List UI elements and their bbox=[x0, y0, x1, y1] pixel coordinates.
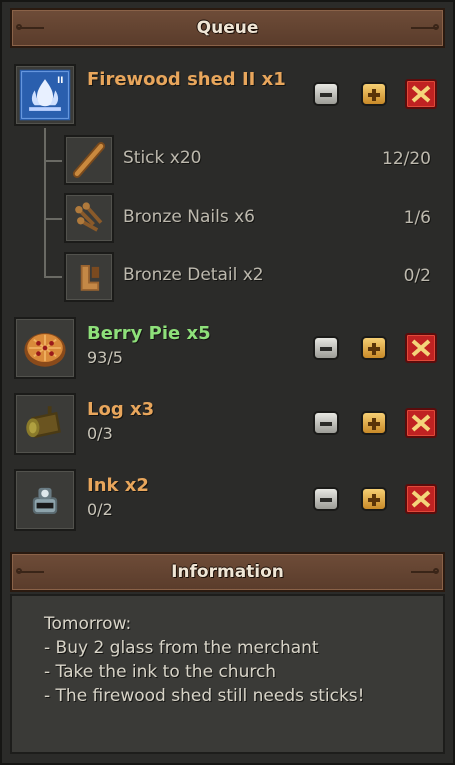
component-progress: 0/2 bbox=[403, 266, 431, 286]
svg-text:II: II bbox=[57, 75, 63, 85]
queue-item-count: 0/3 bbox=[87, 424, 113, 443]
increase-button[interactable] bbox=[361, 336, 387, 360]
component-name: Stick x20 bbox=[123, 148, 202, 168]
header-ornament-right bbox=[411, 24, 439, 30]
component-name: Bronze Nails x6 bbox=[123, 207, 255, 227]
close-icon bbox=[411, 414, 431, 432]
queue-item-count: 93/5 bbox=[87, 348, 123, 367]
header-ornament-right bbox=[411, 568, 439, 574]
information-title: Information bbox=[171, 562, 284, 582]
component-name: Bronze Detail x2 bbox=[123, 265, 264, 285]
queue-item-name: Ink x2 bbox=[87, 475, 149, 496]
increase-button[interactable] bbox=[361, 411, 387, 435]
remove-button[interactable] bbox=[405, 79, 437, 109]
close-icon bbox=[411, 490, 431, 508]
close-icon bbox=[411, 85, 431, 103]
remove-button[interactable] bbox=[405, 333, 437, 363]
component-progress: 12/20 bbox=[382, 149, 431, 169]
decrease-button[interactable] bbox=[313, 487, 339, 511]
firewood-shed-icon[interactable]: II bbox=[14, 64, 76, 126]
close-icon bbox=[411, 339, 431, 357]
remove-button[interactable] bbox=[405, 408, 437, 438]
queue-item-name: Log x3 bbox=[87, 399, 155, 420]
berry-pie-icon[interactable] bbox=[14, 317, 76, 379]
tree-connector bbox=[44, 160, 62, 162]
tree-connector bbox=[44, 276, 62, 278]
information-text: Tomorrow: - Buy 2 glass from the merchan… bbox=[44, 614, 365, 706]
remove-button[interactable] bbox=[405, 484, 437, 514]
decrease-button[interactable] bbox=[313, 82, 339, 106]
tree-connector bbox=[44, 128, 46, 276]
increase-button[interactable] bbox=[361, 487, 387, 511]
bronze-detail-icon[interactable] bbox=[64, 252, 114, 302]
tree-connector bbox=[44, 218, 62, 220]
queue-header: Queue bbox=[10, 8, 445, 48]
information-header: Information bbox=[10, 552, 445, 592]
decrease-button[interactable] bbox=[313, 336, 339, 360]
ink-icon[interactable] bbox=[14, 469, 76, 531]
decrease-button[interactable] bbox=[313, 411, 339, 435]
increase-button[interactable] bbox=[361, 82, 387, 106]
queue-item-name: Berry Pie x5 bbox=[87, 323, 211, 344]
queue-item-name: Firewood shed II x1 bbox=[87, 69, 286, 90]
queue-title: Queue bbox=[196, 18, 259, 38]
log-icon[interactable] bbox=[14, 393, 76, 455]
stick-icon[interactable] bbox=[64, 135, 114, 185]
bronze-nails-icon[interactable] bbox=[64, 193, 114, 243]
component-progress: 1/6 bbox=[403, 208, 431, 228]
queue-item-count: 0/2 bbox=[87, 500, 113, 519]
